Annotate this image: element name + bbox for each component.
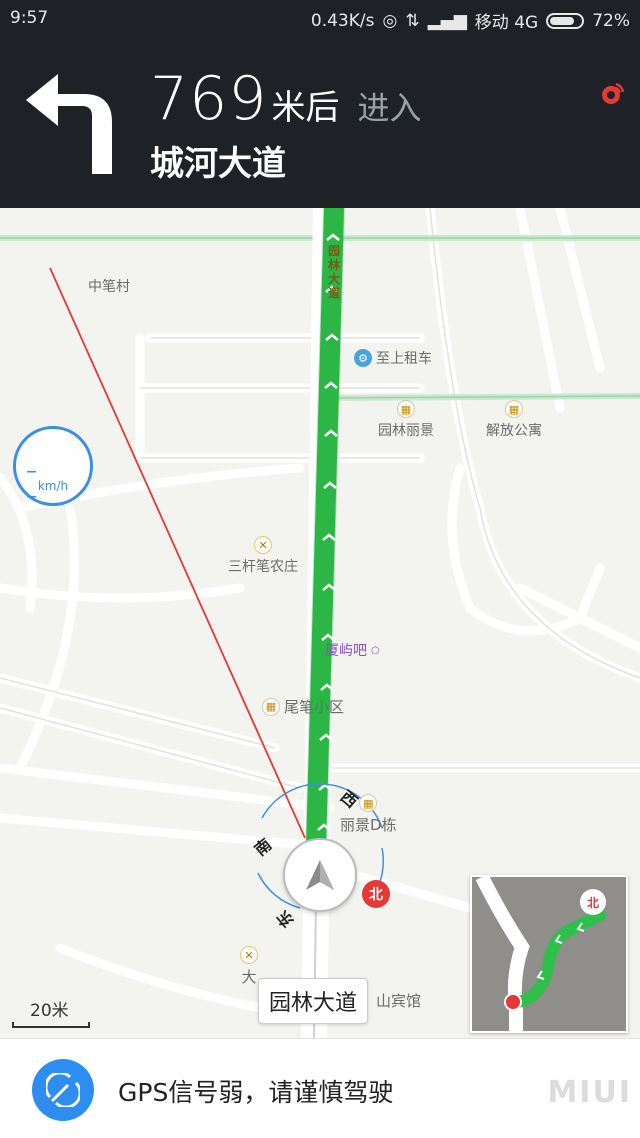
building-icon: ▦ xyxy=(359,794,378,812)
distance-unit: 米后 xyxy=(271,88,340,128)
car-rental-icon: ⚙ xyxy=(354,349,372,367)
poi-label[interactable]: 厦屿吧 ○ xyxy=(325,640,380,660)
restaurant-icon: ✕ xyxy=(254,536,272,554)
next-road-name: 城河大道 xyxy=(150,144,286,184)
building-icon: ▦ xyxy=(397,400,415,418)
poi-label[interactable]: 山宾馆 xyxy=(376,990,421,1011)
restaurant-icon: ✕ xyxy=(240,946,258,964)
current-road-label: 园林大道 xyxy=(258,978,369,1024)
minimap-compass: 北 xyxy=(580,889,606,915)
map-scale: 20米 xyxy=(12,996,92,1030)
scale-text: 20米 xyxy=(30,1001,69,1021)
scale-bar xyxy=(12,1022,90,1028)
route-overview-minimap[interactable]: 北 xyxy=(470,875,628,1033)
maneuver-action: 进入 xyxy=(357,89,422,127)
building-icon: ▦ xyxy=(505,400,523,418)
data-transfer-icon: ⇅ xyxy=(405,10,420,31)
status-bar: 9:57 0.43K/s ◎ ⇅ ▂▄▆ 移动 4G 72% xyxy=(0,0,640,36)
gps-warning-text: GPS信号弱，请谨慎驾驶 xyxy=(118,1078,394,1107)
carrier: 移动 4G xyxy=(474,13,539,33)
poi-label[interactable]: ⚙ 至上租车 xyxy=(354,348,432,368)
battery-level: 72% xyxy=(592,10,630,31)
next-maneuver: 769 米后 进入 xyxy=(150,64,422,134)
gps-warning-bar: GPS信号弱，请谨慎驾驶 MIUI xyxy=(0,1038,640,1138)
distance-value: 769 xyxy=(150,64,268,134)
poi-label[interactable]: ✕ 三杆笔农庄 xyxy=(228,536,298,576)
turn-left-icon xyxy=(26,74,112,174)
status-indicators: 0.43K/s ◎ ⇅ ▂▄▆ 移动 4G 72% xyxy=(310,8,630,34)
building-icon: ▦ xyxy=(262,697,280,716)
miui-watermark: MIUI xyxy=(547,1075,632,1110)
speed-unit: km/h xyxy=(37,479,69,493)
net-speed: 0.43K/s xyxy=(310,10,375,31)
map-view[interactable]: 中笔村 ⚙ 至上租车 ▦ 园林丽景 ▦ 解放公寓 ✕ 三杆笔农庄 厦屿吧 ○ ▦ 尾笔小区 … xyxy=(0,208,640,1038)
road-vertical-label: 园林大道 xyxy=(328,244,341,300)
poi-label[interactable]: 中笔村 xyxy=(88,276,130,296)
navigation-header: 9:57 0.43K/s ◎ ⇅ ▂▄▆ 移动 4G 72% 769 米后 进入… xyxy=(0,0,640,208)
hotspot-icon: ◎ xyxy=(382,10,398,31)
speedometer: – – km/h xyxy=(13,426,93,509)
report-icon[interactable] xyxy=(598,80,626,108)
battery-icon xyxy=(546,12,585,29)
status-time: 9:57 xyxy=(10,8,49,28)
poi-label[interactable]: ▦ 园林丽景 xyxy=(378,400,434,440)
compass-north: 北 xyxy=(362,880,390,908)
poi-label[interactable]: ▦ 解放公寓 xyxy=(486,400,542,440)
bar-icon: ○ xyxy=(371,644,380,656)
gps-signal-icon xyxy=(32,1059,94,1121)
signal-icon: ▂▄▆ xyxy=(427,10,467,31)
poi-label[interactable]: ▦ 尾笔小区 xyxy=(262,696,344,717)
car-position-icon[interactable] xyxy=(283,838,357,912)
poi-label[interactable]: ✕ 大 xyxy=(240,946,258,987)
